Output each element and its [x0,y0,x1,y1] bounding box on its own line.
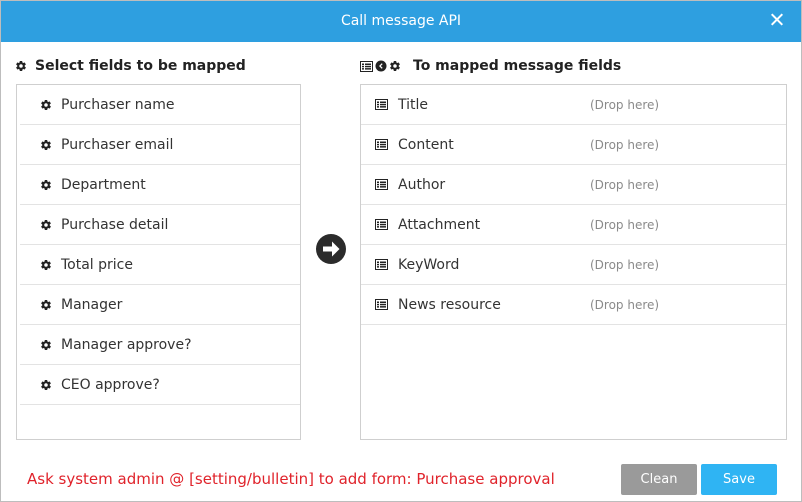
source-field-label: Purchaser name [61,96,175,113]
clean-button[interactable]: Clean [621,464,697,495]
source-field-label: Purchaser email [61,136,174,153]
drop-zone[interactable]: (Drop here) [590,125,659,165]
gear-icon [41,339,51,350]
list-icon [375,259,388,270]
target-field-label: Content [398,136,454,153]
source-heading: Select fields to be mapped [15,57,246,75]
list-icon [375,299,388,310]
list-icon [375,179,388,190]
target-field-label: KeyWord [398,256,460,273]
gear-icon [41,219,51,230]
drop-zone[interactable]: (Drop here) [590,285,659,325]
target-field-label: Title [398,96,429,113]
map-arrow-button[interactable] [315,233,347,265]
drop-zone[interactable]: (Drop here) [590,205,659,245]
target-field-list: Title (Drop here) Content (Drop here) Au… [360,84,787,440]
source-field-item[interactable]: Total price [20,245,300,285]
target-field-item[interactable]: KeyWord (Drop here) [361,245,786,285]
dialog-titlebar: Call message API [1,1,801,42]
source-field-label: CEO approve? [61,376,160,393]
list-icon [375,139,388,150]
target-field-item[interactable]: Content (Drop here) [361,125,786,165]
save-button[interactable]: Save [701,464,777,495]
arrow-left-circle-icon [375,60,387,72]
source-field-label: Purchase detail [61,216,169,233]
source-field-label: Manager approve? [61,336,192,353]
list-icon [375,219,388,230]
target-field-item[interactable]: Title (Drop here) [361,85,786,125]
target-field-item[interactable]: Author (Drop here) [361,165,786,205]
source-field-item[interactable]: Department [20,165,300,205]
close-icon[interactable] [767,10,787,30]
source-field-item[interactable]: Manager [20,285,300,325]
dialog-title: Call message API [340,13,462,29]
gear-icon [41,259,51,270]
drop-zone[interactable]: (Drop here) [590,85,659,125]
gear-icon [41,139,51,150]
gear-icon [41,379,51,390]
target-field-label: Attachment [398,216,481,233]
gear-icon [16,61,26,72]
source-field-list: Purchaser name Purchaser email Departmen… [16,84,301,440]
drop-zone[interactable]: (Drop here) [590,165,659,205]
source-field-item[interactable]: Purchaser email [20,125,300,165]
source-field-item[interactable]: Purchaser name [20,85,300,125]
source-field-label: Manager [61,296,123,313]
target-heading: To mapped message fields [360,57,621,75]
source-field-item[interactable]: CEO approve? [20,365,300,405]
list-icon [360,60,373,72]
source-heading-text: Select fields to be mapped [35,58,246,74]
target-field-item[interactable]: Attachment (Drop here) [361,205,786,245]
source-field-label: Total price [61,256,133,273]
list-icon [375,99,388,110]
gear-icon [41,99,51,110]
source-field-item[interactable]: Purchase detail [20,205,300,245]
source-field-label: Department [61,176,146,193]
target-field-label: News resource [398,296,501,313]
admin-message: Ask system admin @ [setting/bulletin] to… [27,470,555,488]
gear-icon [41,179,51,190]
target-heading-text: To mapped message fields [413,58,622,74]
drop-zone[interactable]: (Drop here) [590,245,659,285]
source-field-item[interactable]: Manager approve? [20,325,300,365]
gear-icon [390,61,400,72]
target-field-label: Author [398,176,446,193]
target-field-item[interactable]: News resource (Drop here) [361,285,786,325]
call-message-api-dialog: Call message API Select fields to be map… [0,0,802,502]
gear-icon [41,299,51,310]
